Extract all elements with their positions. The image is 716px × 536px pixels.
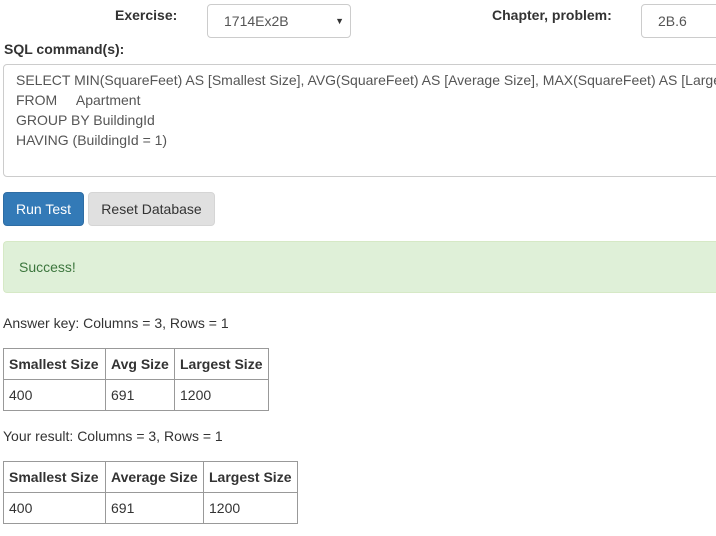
sql-line: SELECT MIN(SquareFeet) AS [Smallest Size… (16, 72, 716, 88)
sql-command-label: SQL command(s): (4, 41, 125, 57)
sql-line: GROUP BY BuildingId (16, 112, 155, 128)
column-header: Smallest Size (3, 348, 106, 380)
exercise-label: Exercise: (115, 7, 178, 23)
chevron-down-icon: ▼ (335, 16, 344, 26)
sql-command-textarea[interactable]: SELECT MIN(SquareFeet) AS [Smallest Size… (3, 64, 716, 177)
your-result-table: Smallest Size Average Size Largest Size … (3, 461, 298, 524)
table-row: 400 691 1200 (3, 379, 269, 411)
table-header-row: Smallest Size Avg Size Largest Size (3, 348, 269, 380)
table-cell: 400 (3, 492, 106, 524)
exercise-select-value: 1714Ex2B (224, 13, 289, 29)
success-message: Success! (19, 259, 76, 275)
chapter-label: Chapter, problem: (492, 7, 612, 23)
column-header: Smallest Size (3, 461, 106, 493)
table-header-row: Smallest Size Average Size Largest Size (3, 461, 298, 493)
table-cell: 691 (105, 492, 204, 524)
column-header: Largest Size (203, 461, 298, 493)
column-header: Largest Size (174, 348, 269, 380)
table-cell: 1200 (174, 379, 269, 411)
run-test-button[interactable]: Run Test (3, 192, 84, 226)
column-header: Average Size (105, 461, 204, 493)
chapter-problem-input[interactable]: 2B.6 (641, 4, 716, 38)
table-row: 400 691 1200 (3, 492, 298, 524)
answer-key-table: Smallest Size Avg Size Largest Size 400 … (3, 348, 269, 411)
chapter-problem-value: 2B.6 (658, 13, 687, 29)
sql-line: HAVING (BuildingId = 1) (16, 132, 168, 148)
exercise-select[interactable]: 1714Ex2B ▼ (207, 4, 351, 38)
table-cell: 400 (3, 379, 106, 411)
your-result-caption: Your result: Columns = 3, Rows = 1 (3, 428, 223, 444)
column-header: Avg Size (105, 348, 175, 380)
sql-line: FROM Apartment (16, 92, 141, 108)
answer-key-caption: Answer key: Columns = 3, Rows = 1 (3, 315, 229, 331)
table-cell: 1200 (203, 492, 298, 524)
reset-database-button[interactable]: Reset Database (88, 192, 215, 226)
success-alert: Success! (3, 241, 716, 293)
table-cell: 691 (105, 379, 175, 411)
